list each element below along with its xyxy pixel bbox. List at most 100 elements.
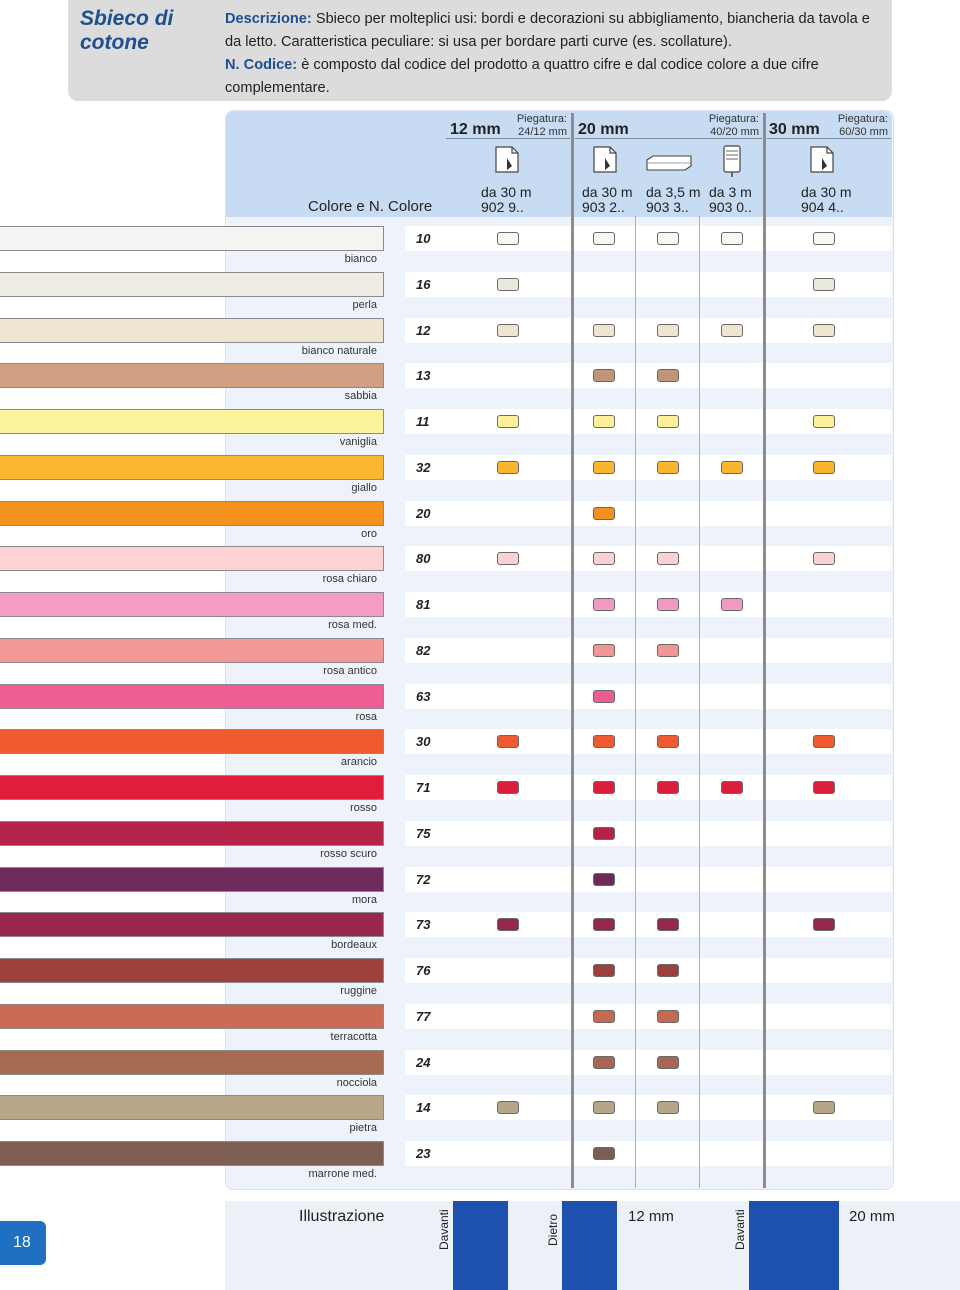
column-header-902-9: da 30 m 902 9.. (481, 185, 532, 215)
color-name: bordeaux (331, 939, 377, 951)
availability-chip (813, 232, 835, 245)
availability-chip (593, 644, 615, 657)
availability-chip (813, 415, 835, 428)
availability-chip (657, 644, 679, 657)
color-name: rosso scuro (320, 848, 377, 860)
color-name: vaniglia (339, 436, 377, 448)
column-code: 903 3.. (646, 199, 689, 215)
fold-30mm-text: Piegatura: 60/30 mm (837, 113, 888, 138)
illustration-size-12mm: 12 mm (628, 1208, 674, 1225)
column-code: 903 2.. (582, 199, 625, 215)
column-header-903-3: da 3,5 m 903 3.. (646, 185, 700, 215)
color-code: 81 (416, 597, 431, 612)
column-header-903-2: da 30 m 903 2.. (582, 185, 633, 215)
color-code: 76 (416, 963, 431, 978)
column-code: 903 0.. (709, 199, 752, 215)
color-swatch-72 (0, 867, 384, 892)
column-code: 904 4.. (801, 199, 844, 215)
color-name: giallo (351, 482, 377, 494)
color-swatch-77 (0, 1004, 384, 1029)
color-swatch-14 (0, 1095, 384, 1120)
availability-chip (657, 1101, 679, 1114)
availability-chip (657, 598, 679, 611)
availability-chip (721, 781, 743, 794)
availability-chip (721, 324, 743, 337)
color-code: 30 (416, 734, 431, 749)
column-length: da 30 m (801, 184, 852, 200)
color-name: ruggine (340, 985, 377, 997)
header-underline (446, 138, 570, 139)
color-swatch-75 (0, 821, 384, 846)
column-length: da 3,5 m (646, 184, 701, 200)
column-length: da 3 m (709, 184, 752, 200)
table-row (405, 363, 892, 388)
availability-chip (813, 1101, 835, 1114)
color-name: pietra (349, 1122, 377, 1134)
availability-chip (657, 918, 679, 931)
availability-chip (593, 415, 615, 428)
color-code: 80 (416, 551, 431, 566)
fold-12mm-text: Piegatura: 24/12 mm (516, 113, 567, 138)
table-row (405, 1141, 892, 1166)
availability-chip (813, 324, 835, 337)
bias-tape-card-icon (646, 155, 692, 171)
bias-tape-roll-icon (723, 145, 741, 177)
size-12mm-label: 12 mm (450, 121, 501, 138)
color-swatch-30 (0, 729, 384, 754)
color-swatch-13 (0, 363, 384, 388)
color-name: sabbia (344, 390, 377, 402)
availability-chip (593, 735, 615, 748)
column-header-904-4: da 30 m 904 4.. (801, 185, 852, 215)
table-row (405, 1004, 892, 1029)
color-code: 20 (416, 506, 431, 521)
table-row (405, 684, 892, 709)
header-underline (575, 138, 762, 139)
availability-chip (497, 781, 519, 794)
color-swatch-63 (0, 684, 384, 709)
column-divider (699, 216, 700, 1188)
fold-12mm-label: Piegatura: 24/12 mm (505, 113, 567, 139)
availability-chip (657, 324, 679, 337)
color-swatch-24 (0, 1050, 384, 1075)
color-name: rosa med. (328, 619, 377, 631)
color-name: nocciola (336, 1077, 377, 1089)
product-title: Sbieco di cotone (80, 7, 174, 54)
availability-chip (593, 1101, 615, 1114)
availability-chip (721, 461, 743, 474)
colore-column-label: Colore e N. Colore (308, 198, 433, 215)
color-name: bianco naturale (301, 345, 377, 357)
color-swatch-16 (0, 272, 384, 297)
availability-chip (497, 552, 519, 565)
color-name: arancio (340, 756, 377, 768)
availability-chip (593, 552, 615, 565)
page-number: 18 (13, 1234, 31, 1251)
color-code: 73 (416, 917, 431, 932)
color-swatch-11 (0, 409, 384, 434)
availability-chip (657, 552, 679, 565)
color-swatch-20 (0, 501, 384, 526)
color-code: 11 (416, 414, 430, 429)
color-swatch-71 (0, 775, 384, 800)
availability-chip (593, 1056, 615, 1069)
color-swatch-81 (0, 592, 384, 617)
front-label: Davanti (437, 1209, 451, 1250)
availability-chip (721, 598, 743, 611)
availability-chip (497, 918, 519, 931)
color-code: 72 (416, 872, 431, 887)
availability-chip (593, 461, 615, 474)
color-swatch-76 (0, 958, 384, 983)
ribbon-20mm-front (749, 1201, 839, 1290)
color-name: mora (351, 894, 377, 906)
column-divider (635, 216, 636, 1188)
availability-chip (497, 278, 519, 291)
availability-chip (813, 278, 835, 291)
column-divider (571, 113, 574, 1188)
color-swatch-32 (0, 455, 384, 480)
description-text: Sbieco per molteplici usi: bordi e decor… (225, 11, 870, 50)
color-code: 16 (416, 277, 431, 292)
availability-chip (721, 232, 743, 245)
illustration-size-20mm: 20 mm (849, 1208, 895, 1225)
color-name: oro (361, 528, 377, 540)
availability-chip (657, 781, 679, 794)
color-name: terracotta (330, 1031, 377, 1043)
